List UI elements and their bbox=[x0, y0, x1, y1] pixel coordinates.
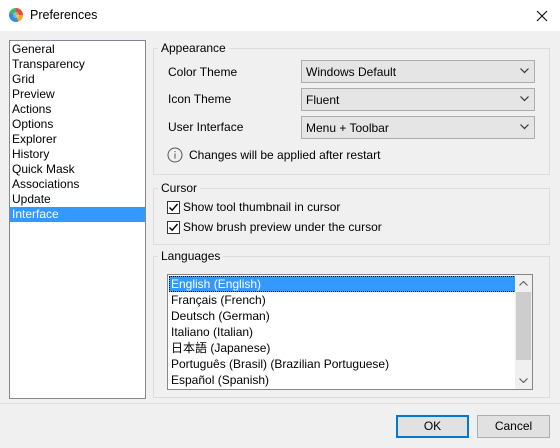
sidebar-item-actions[interactable]: Actions bbox=[10, 102, 145, 117]
color-theme-label: Color Theme bbox=[168, 65, 238, 79]
chevron-up-icon bbox=[519, 281, 528, 286]
color-theme-select[interactable]: Windows Default bbox=[301, 60, 535, 83]
language-list[interactable]: English (English) Français (French) Deut… bbox=[167, 274, 533, 390]
info-icon bbox=[167, 147, 183, 163]
user-interface-select[interactable]: Menu + Toolbar bbox=[301, 116, 535, 139]
sidebar-item-interface[interactable]: Interface bbox=[10, 207, 145, 222]
cursor-group-title: Cursor bbox=[158, 182, 201, 195]
cancel-button[interactable]: Cancel bbox=[477, 415, 550, 438]
chevron-down-icon bbox=[519, 378, 528, 383]
restart-note: Changes will be applied after restart bbox=[167, 147, 467, 165]
checkmark-icon bbox=[169, 223, 179, 232]
icon-theme-select[interactable]: Fluent bbox=[301, 88, 535, 111]
title-bar: Preferences bbox=[0, 0, 560, 31]
user-interface-label: User Interface bbox=[168, 120, 244, 134]
window-title: Preferences bbox=[30, 8, 98, 22]
language-list-scrollbar[interactable] bbox=[515, 275, 532, 389]
language-item-spanish[interactable]: Español (Spanish) bbox=[169, 372, 516, 388]
show-brush-preview-label: Show brush preview under the cursor bbox=[183, 220, 382, 234]
checkbox-box[interactable] bbox=[167, 201, 180, 214]
sidebar-item-quick-mask[interactable]: Quick Mask bbox=[10, 162, 145, 177]
sidebar-item-transparency[interactable]: Transparency bbox=[10, 57, 145, 72]
language-items: English (English) Français (French) Deut… bbox=[169, 276, 516, 388]
icon-theme-value: Fluent bbox=[306, 93, 340, 107]
chevron-down-icon bbox=[520, 68, 529, 74]
color-theme-value: Windows Default bbox=[306, 65, 397, 79]
scroll-down-button[interactable] bbox=[515, 372, 532, 389]
sidebar-item-associations[interactable]: Associations bbox=[10, 177, 145, 192]
language-item-italian[interactable]: Italiano (Italian) bbox=[169, 324, 516, 340]
sidebar-item-update[interactable]: Update bbox=[10, 192, 145, 207]
cursor-group: Cursor bbox=[153, 182, 550, 245]
languages-group-title: Languages bbox=[158, 250, 224, 263]
user-interface-value: Menu + Toolbar bbox=[306, 121, 389, 135]
language-item-japanese[interactable]: 日本語 (Japanese) bbox=[169, 340, 516, 356]
sidebar-item-explorer[interactable]: Explorer bbox=[10, 132, 145, 147]
scroll-up-button[interactable] bbox=[515, 275, 532, 292]
appearance-group-title: Appearance bbox=[158, 42, 229, 55]
sidebar-item-grid[interactable]: Grid bbox=[10, 72, 145, 87]
checkbox-box[interactable] bbox=[167, 221, 180, 234]
show-brush-preview-checkbox[interactable]: Show brush preview under the cursor bbox=[167, 220, 417, 236]
sidebar-item-preview[interactable]: Preview bbox=[10, 87, 145, 102]
sidebar-item-history[interactable]: History bbox=[10, 147, 145, 162]
chevron-down-icon bbox=[520, 124, 529, 130]
language-item-brazilian-portuguese[interactable]: Português (Brasil) (Brazilian Portuguese… bbox=[169, 356, 516, 372]
close-button[interactable] bbox=[532, 6, 552, 26]
dialog-content: General Transparency Grid Preview Action… bbox=[0, 31, 560, 403]
restart-note-text: Changes will be applied after restart bbox=[189, 148, 381, 162]
scroll-thumb[interactable] bbox=[516, 292, 531, 360]
chevron-down-icon bbox=[520, 96, 529, 102]
dialog-footer: OK Cancel bbox=[0, 403, 560, 448]
sidebar-item-options[interactable]: Options bbox=[10, 117, 145, 132]
language-item-german[interactable]: Deutsch (German) bbox=[169, 308, 516, 324]
close-icon bbox=[536, 10, 548, 22]
show-tool-thumbnail-checkbox[interactable]: Show tool thumbnail in cursor bbox=[167, 200, 417, 216]
sidebar-item-general[interactable]: General bbox=[10, 42, 145, 57]
language-item-french[interactable]: Français (French) bbox=[169, 292, 516, 308]
language-item-english[interactable]: English (English) bbox=[169, 276, 516, 292]
ok-button[interactable]: OK bbox=[396, 415, 469, 438]
category-list[interactable]: General Transparency Grid Preview Action… bbox=[9, 40, 146, 399]
app-icon bbox=[9, 8, 23, 22]
show-tool-thumbnail-label: Show tool thumbnail in cursor bbox=[183, 200, 341, 214]
checkmark-icon bbox=[169, 203, 179, 212]
icon-theme-label: Icon Theme bbox=[168, 92, 232, 106]
